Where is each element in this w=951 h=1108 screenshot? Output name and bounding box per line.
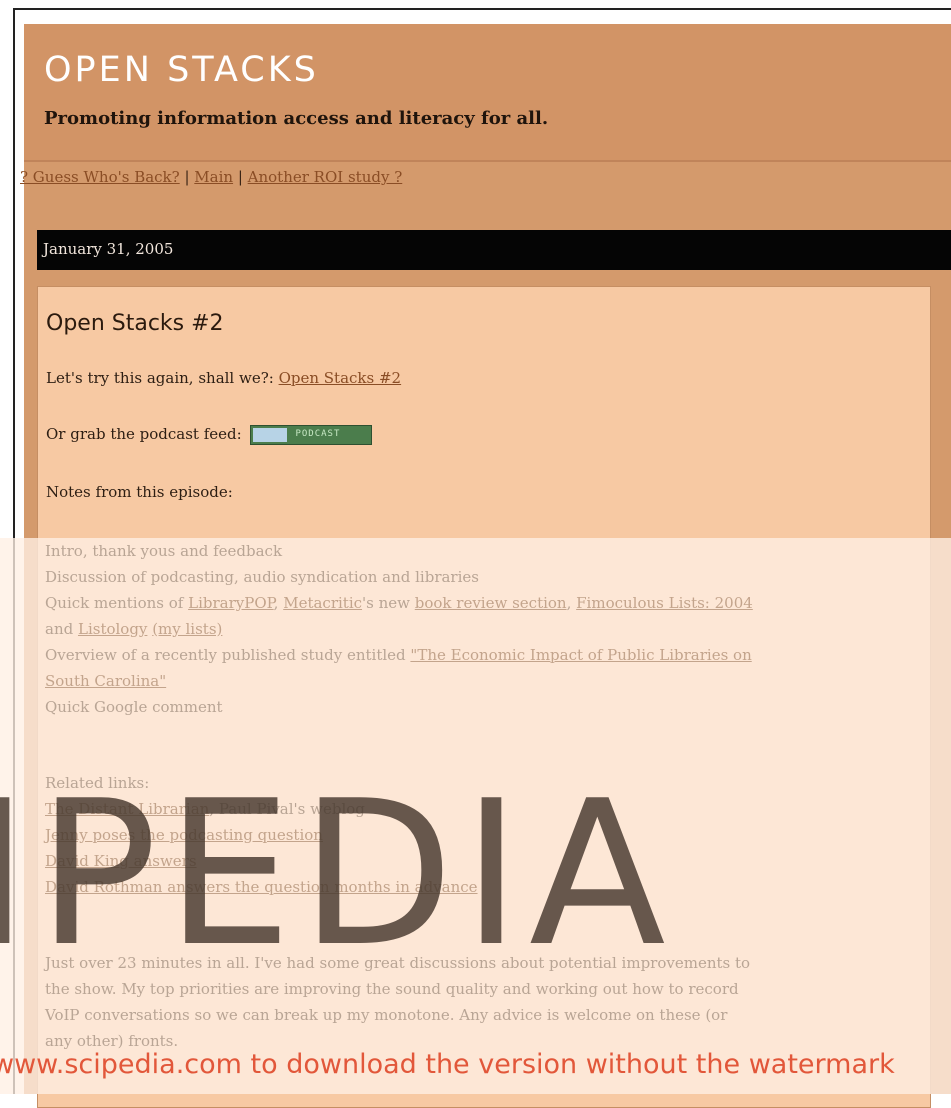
date-header: January 31, 2005 (37, 230, 951, 270)
entry-paragraph: Or grab the podcast feed: PODCAST (46, 425, 373, 445)
page-frame-top (13, 8, 951, 10)
note-item: Intro, thank yous and feedback (45, 542, 283, 560)
entry-date: January 31, 2005 (43, 240, 174, 258)
note-item: Quick mentions of LibraryPOP, Metacritic… (45, 594, 753, 612)
next-entry-link[interactable]: Another ROI study ? (248, 168, 403, 186)
podcast-badge-label: PODCAST (295, 429, 341, 439)
paragraph-text: Or grab the podcast feed: (46, 425, 247, 443)
entry-navigation: ? Guess Who's Back? | Main | Another ROI… (20, 168, 402, 186)
note-item: Quick Google comment (45, 698, 223, 716)
note-item: South Carolina" (45, 668, 753, 694)
closing-line: the show. My top priorities are improvin… (45, 980, 739, 998)
book-review-link[interactable]: book review section (415, 594, 567, 612)
episode-link[interactable]: Open Stacks #2 (279, 369, 402, 387)
study-link[interactable]: South Carolina" (45, 672, 166, 690)
listology-link[interactable]: Listology (78, 620, 147, 638)
nav-separator: | (179, 168, 195, 186)
feed-icon (253, 428, 288, 442)
prev-entry-link[interactable]: ? Guess Who's Back? (20, 168, 180, 186)
entry-title: Open Stacks #2 (46, 311, 224, 336)
site-title[interactable]: OPEN STACKS (44, 50, 319, 90)
paragraph-text: Let's try this again, shall we?: (46, 369, 279, 387)
site-header: OPEN STACKS Promoting information access… (24, 24, 951, 160)
note-item: and Listology (my lists) (45, 620, 223, 638)
fimoculous-link[interactable]: Fimoculous Lists: 2004 (576, 594, 753, 612)
librarypop-link[interactable]: LibraryPOP (188, 594, 274, 612)
entry-paragraph: Let's try this again, shall we?: Open St… (46, 369, 401, 387)
header-divider (24, 160, 951, 162)
nav-separator: | (233, 168, 248, 186)
metacritic-link[interactable]: Metacritic (283, 594, 362, 612)
note-item: Discussion of podcasting, audio syndicat… (45, 568, 479, 586)
podcast-feed-button[interactable]: PODCAST (250, 425, 373, 445)
closing-line: VoIP conversations so we can break up my… (45, 1006, 728, 1024)
notes-list: Intro, thank yous and feedback Discussio… (45, 538, 753, 720)
watermark-letters: IPEDIA (0, 775, 674, 975)
main-link[interactable]: Main (194, 168, 233, 186)
site-tagline: Promoting information access and literac… (44, 108, 549, 129)
my-lists-link[interactable]: (my lists) (152, 620, 222, 638)
watermark-caption: www.scipedia.com to download the version… (0, 1049, 895, 1080)
study-link[interactable]: "The Economic Impact of Public Libraries… (410, 646, 751, 664)
note-item: Overview of a recently published study e… (45, 646, 752, 664)
notes-heading: Notes from this episode: (46, 483, 233, 501)
